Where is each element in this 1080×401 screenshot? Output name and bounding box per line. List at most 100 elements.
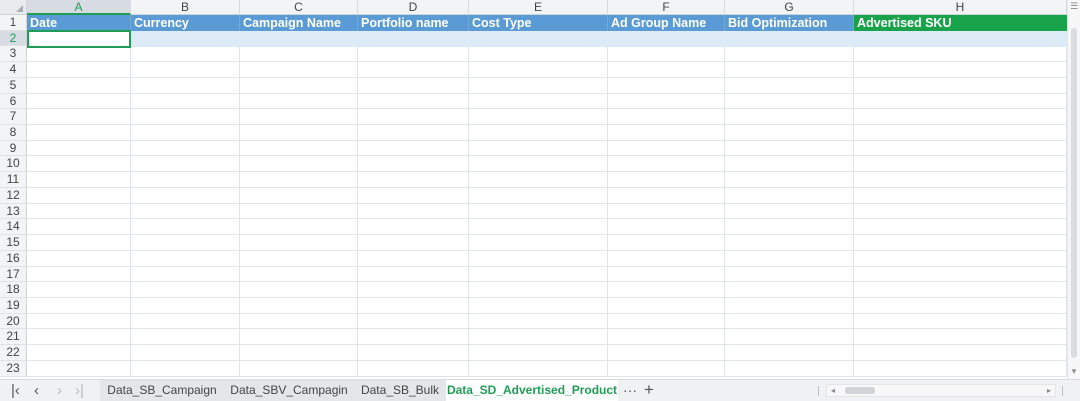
cell-h15[interactable] xyxy=(854,235,1067,251)
cell-f4[interactable] xyxy=(608,62,725,78)
cell-d5[interactable] xyxy=(358,77,469,94)
cell-a22[interactable] xyxy=(27,345,131,361)
cell-f18[interactable] xyxy=(608,282,725,298)
cell-f11[interactable] xyxy=(608,172,725,188)
cell-d18[interactable] xyxy=(358,282,469,298)
cell-g10[interactable] xyxy=(725,156,854,173)
row-header-17[interactable]: 17 xyxy=(0,266,27,283)
first-sheet-icon[interactable]: |‹ xyxy=(11,383,20,398)
cell-b3[interactable] xyxy=(131,46,240,63)
cell-d12[interactable] xyxy=(358,187,469,204)
cell-c6[interactable] xyxy=(240,93,358,110)
cell-e15[interactable] xyxy=(469,235,608,251)
cell-c8[interactable] xyxy=(240,125,358,141)
cell-b15[interactable] xyxy=(131,235,240,251)
cell-e7[interactable] xyxy=(469,109,608,126)
cell-g17[interactable] xyxy=(725,266,854,283)
cell-h7[interactable] xyxy=(854,109,1067,126)
row-header-7[interactable]: 7 xyxy=(0,109,27,126)
cell-c16[interactable] xyxy=(240,250,358,267)
cell-e6[interactable] xyxy=(469,93,608,110)
cell-f14[interactable] xyxy=(608,219,725,236)
row-header-11[interactable]: 11 xyxy=(0,172,27,188)
cell-a23[interactable] xyxy=(27,360,131,377)
scroll-left-icon[interactable]: ◂ xyxy=(831,385,835,396)
cell-d8[interactable] xyxy=(358,125,469,141)
cell-e5[interactable] xyxy=(469,77,608,94)
cell-h14[interactable] xyxy=(854,219,1067,236)
cell-g13[interactable] xyxy=(725,203,854,220)
cell-f3[interactable] xyxy=(608,46,725,63)
cell-b8[interactable] xyxy=(131,125,240,141)
cell-c12[interactable] xyxy=(240,187,358,204)
cell-a20[interactable] xyxy=(27,313,131,330)
header-cell-f1[interactable]: Ad Group Name xyxy=(608,15,725,31)
cell-f8[interactable] xyxy=(608,125,725,141)
cell-d13[interactable] xyxy=(358,203,469,220)
cell-a17[interactable] xyxy=(27,266,131,283)
cell-c13[interactable] xyxy=(240,203,358,220)
header-cell-a1[interactable]: Date xyxy=(27,15,131,31)
cell-h5[interactable] xyxy=(854,77,1067,94)
cell-b18[interactable] xyxy=(131,282,240,298)
cell-a10[interactable] xyxy=(27,156,131,173)
cell-a19[interactable] xyxy=(27,297,131,314)
cell-d7[interactable] xyxy=(358,109,469,126)
cell-g15[interactable] xyxy=(725,235,854,251)
scroll-down-icon[interactable]: ▾ xyxy=(1068,366,1080,377)
cell-a18[interactable] xyxy=(27,282,131,298)
cell-d14[interactable] xyxy=(358,219,469,236)
cell-h11[interactable] xyxy=(854,172,1067,188)
cell-h23[interactable] xyxy=(854,360,1067,377)
column-header-d[interactable]: D xyxy=(358,0,469,15)
cell-h8[interactable] xyxy=(854,125,1067,141)
cell-a11[interactable] xyxy=(27,172,131,188)
scroll-menu-icon[interactable]: ☰ xyxy=(1068,1,1080,12)
cell-g12[interactable] xyxy=(725,187,854,204)
cell-h6[interactable] xyxy=(854,93,1067,110)
cell-e8[interactable] xyxy=(469,125,608,141)
cell-e23[interactable] xyxy=(469,360,608,377)
cell-d21[interactable] xyxy=(358,329,469,346)
cell-f21[interactable] xyxy=(608,329,725,346)
cell-f7[interactable] xyxy=(608,109,725,126)
cell-h12[interactable] xyxy=(854,187,1067,204)
cell-g11[interactable] xyxy=(725,172,854,188)
cell-g3[interactable] xyxy=(725,46,854,63)
cell-b5[interactable] xyxy=(131,77,240,94)
cell-e9[interactable] xyxy=(469,140,608,157)
cell-c20[interactable] xyxy=(240,313,358,330)
cell-b17[interactable] xyxy=(131,266,240,283)
cell-e17[interactable] xyxy=(469,266,608,283)
cell-d23[interactable] xyxy=(358,360,469,377)
cell-d15[interactable] xyxy=(358,235,469,251)
cell-h21[interactable] xyxy=(854,329,1067,346)
cell-b4[interactable] xyxy=(131,62,240,78)
cell-b9[interactable] xyxy=(131,140,240,157)
cell-h19[interactable] xyxy=(854,297,1067,314)
cell-g8[interactable] xyxy=(725,125,854,141)
cell-f19[interactable] xyxy=(608,297,725,314)
row-header-5[interactable]: 5 xyxy=(0,77,27,94)
cell-d9[interactable] xyxy=(358,140,469,157)
cell-e21[interactable] xyxy=(469,329,608,346)
last-sheet-icon[interactable]: ›| xyxy=(75,383,84,398)
column-header-b[interactable]: B xyxy=(131,0,240,15)
cell-g16[interactable] xyxy=(725,250,854,267)
cell-f17[interactable] xyxy=(608,266,725,283)
header-cell-b1[interactable]: Currency xyxy=(131,15,240,31)
vertical-scrollbar[interactable]: ☰ ▾ xyxy=(1067,0,1080,379)
cell-h16[interactable] xyxy=(854,250,1067,267)
row-header-19[interactable]: 19 xyxy=(0,297,27,314)
cell-f6[interactable] xyxy=(608,93,725,110)
cell-e20[interactable] xyxy=(469,313,608,330)
more-sheets-icon[interactable]: ··· xyxy=(623,380,637,401)
cell-a9[interactable] xyxy=(27,140,131,157)
cell-c17[interactable] xyxy=(240,266,358,283)
cell-h10[interactable] xyxy=(854,156,1067,173)
cell-b13[interactable] xyxy=(131,203,240,220)
sheet-tab-data-sb-bulk[interactable]: Data_SB_Bulk xyxy=(354,380,446,401)
cell-b20[interactable] xyxy=(131,313,240,330)
cell-g6[interactable] xyxy=(725,93,854,110)
cell-g4[interactable] xyxy=(725,62,854,78)
